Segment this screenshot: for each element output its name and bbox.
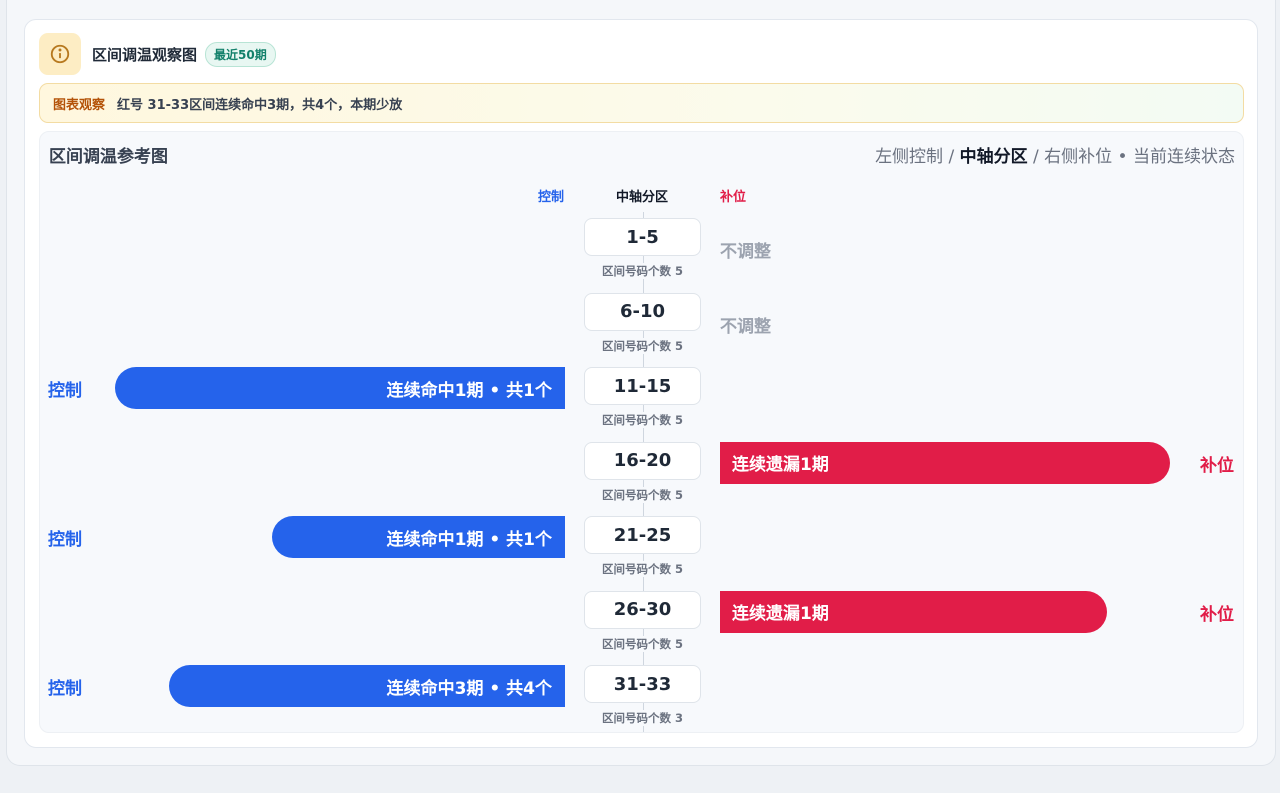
zone-count-label: 区间号码个数 5: [580, 635, 705, 652]
card-header: 区间调温观察图 最近50期: [39, 32, 276, 76]
column-head-fill: 补位: [720, 190, 747, 205]
column-head-axis: 中轴分区: [616, 190, 669, 205]
notice-tag: 图表观察: [53, 97, 106, 113]
fill-bar: 连续遗漏1期: [720, 441, 1170, 484]
zone-pill: 21-25: [584, 516, 701, 554]
notice-text: 红号 31-33区间连续命中3期，共4个，本期少放: [117, 97, 403, 113]
legend-left: 左侧控制: [875, 147, 944, 167]
legend-right: 右侧补位: [1044, 147, 1113, 167]
zone-count-label: 区间号码个数 5: [580, 412, 705, 428]
period-badge: 最近50期: [205, 41, 276, 67]
legend-state: 当前连续状态: [1133, 147, 1235, 167]
column-head-control: 控制: [538, 190, 565, 205]
fill-side-label: 补位: [1200, 455, 1234, 476]
zone-pill: 16-20: [584, 441, 701, 480]
zone-count-label: 区间号码个数 5: [580, 486, 705, 503]
no-adjust-label: 不调整: [720, 316, 771, 337]
legend-dot: •: [1112, 147, 1133, 167]
control-side-label: 控制: [48, 679, 82, 699]
control-side-label: 控制: [48, 381, 82, 401]
zone-count-label: 区间号码个数 5: [580, 263, 705, 279]
zone-pill: 31-33: [584, 665, 701, 703]
info-circle-icon: [39, 33, 81, 75]
zone-count-label: 区间号码个数 3: [580, 710, 705, 726]
zone-pill: 6-10: [584, 292, 701, 331]
zone-pill: 11-15: [584, 367, 701, 405]
fill-side-label: 补位: [1200, 604, 1234, 625]
panel-legend: 左侧控制 / 中轴分区 / 右侧补位 • 当前连续状态: [875, 142, 1235, 167]
zone-count-label: 区间号码个数 5: [580, 561, 705, 577]
legend-separator: /: [943, 147, 960, 167]
control-bar: 连续命中3期 • 共4个: [169, 665, 565, 707]
chart-panel: 区间调温参考图 左侧控制 / 中轴分区 / 右侧补位 • 当前连续状态 控制 中…: [39, 131, 1244, 733]
legend-center: 中轴分区: [959, 147, 1028, 167]
no-adjust-label: 不调整: [720, 242, 771, 262]
zone-count-label: 区间号码个数 5: [580, 337, 705, 354]
page-frame: 区间调温观察图 最近50期 图表观察 红号 31-33区间连续命中3期，共4个，…: [6, 0, 1276, 766]
control-bar: 连续命中1期 • 共1个: [272, 516, 565, 558]
zone-pill: 1-5: [584, 218, 701, 256]
control-bar: 连续命中1期 • 共1个: [115, 367, 565, 409]
zone-pill: 26-30: [584, 590, 701, 629]
card-title: 区间调温观察图: [92, 45, 198, 64]
observation-notice: 图表观察 红号 31-33区间连续命中3期，共4个，本期少放: [39, 83, 1244, 123]
control-side-label: 控制: [48, 530, 82, 550]
fill-bar: 连续遗漏1期: [720, 590, 1107, 633]
legend-separator: /: [1027, 147, 1045, 167]
panel-title: 区间调温参考图: [49, 147, 168, 167]
chart-card: 区间调温观察图 最近50期 图表观察 红号 31-33区间连续命中3期，共4个，…: [24, 19, 1258, 748]
